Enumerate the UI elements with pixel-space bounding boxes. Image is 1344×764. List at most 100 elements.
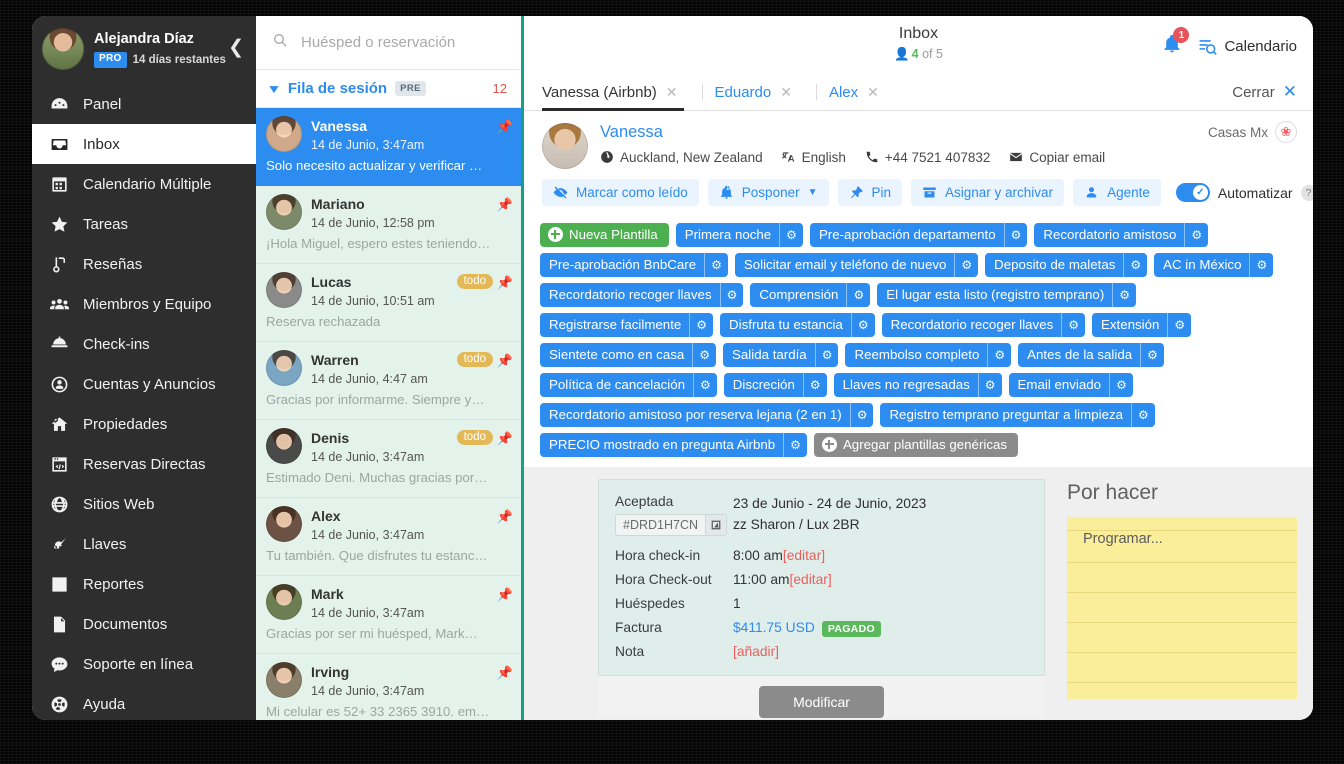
list-item[interactable]: Alex 14 de Junio, 3:47am Tu también. Que d…: [256, 498, 521, 576]
todo-sticky-note[interactable]: Programar...: [1067, 517, 1297, 699]
calendar-button[interactable]: Calendario: [1198, 37, 1297, 56]
list-item[interactable]: Warren 14 de Junio, 4:47 am Gracias por in…: [256, 342, 521, 420]
template-chip[interactable]: El lugar esta listo (registro temprano) ⚙: [877, 283, 1137, 307]
gear-icon[interactable]: ⚙: [1003, 223, 1028, 247]
gear-icon[interactable]: ⚙: [1123, 253, 1147, 277]
posponer-button[interactable]: Posponer ▼: [707, 179, 829, 206]
sidebar-item-reportes[interactable]: Reportes: [32, 564, 256, 604]
sidebar-item-ayuda[interactable]: Ayuda: [32, 684, 256, 720]
gear-icon[interactable]: ⚙: [850, 313, 875, 337]
sidebar-item-sitios-web[interactable]: Sitios Web: [32, 484, 256, 524]
template-chip[interactable]: Pre-aprobación departamento ⚙: [809, 223, 1028, 247]
template-chip[interactable]: Agregar plantillas genéricas: [813, 433, 1019, 457]
gear-icon[interactable]: ⚙: [1061, 313, 1085, 337]
conversation-list[interactable]: Vanessa 14 de Junio, 3:47am Solo necesito …: [256, 108, 521, 720]
todo-note-placeholder[interactable]: Programar...: [1083, 531, 1281, 547]
sidebar-item-rese-as[interactable]: Reseñas: [32, 244, 256, 284]
template-chip[interactable]: Comprensión ⚙: [750, 283, 871, 307]
list-item[interactable]: Vanessa 14 de Junio, 3:47am Solo necesito …: [256, 108, 521, 186]
gear-icon[interactable]: ⚙: [1249, 253, 1273, 277]
agente-button[interactable]: Agente: [1073, 179, 1161, 206]
gear-icon[interactable]: ⚙: [719, 283, 744, 307]
sidebar-item-check-ins[interactable]: Check-ins: [32, 324, 256, 364]
pin-button[interactable]: Pin: [837, 179, 903, 206]
sidebar-item-reservas-directas[interactable]: Reservas Directas: [32, 444, 256, 484]
search-input[interactable]: [299, 33, 505, 52]
gear-icon[interactable]: ⚙: [1140, 343, 1164, 367]
gear-icon[interactable]: ⚙: [1112, 283, 1136, 307]
sidebar-item-cuentas-y-anuncios[interactable]: Cuentas y Anuncios: [32, 364, 256, 404]
template-chip[interactable]: Primera noche ⚙: [675, 223, 803, 247]
sidebar-item-tareas[interactable]: Tareas: [32, 204, 256, 244]
chevron-down-icon[interactable]: ▼: [266, 82, 281, 96]
pin-icon[interactable]: 📌: [497, 509, 513, 525]
template-chip[interactable]: Deposito de maletas ⚙: [985, 253, 1148, 277]
gear-icon[interactable]: ⚙: [689, 313, 713, 337]
gear-icon[interactable]: ⚙: [977, 373, 1002, 397]
gear-icon[interactable]: ⚙: [1184, 223, 1208, 247]
template-chip[interactable]: Recordatorio recoger llaves ⚙: [881, 313, 1086, 337]
close-icon[interactable]: ✕: [666, 84, 678, 101]
gear-icon[interactable]: ⚙: [846, 283, 870, 307]
copy-email-button[interactable]: Copiar email: [1009, 150, 1105, 165]
close-icon[interactable]: ✕: [780, 84, 792, 101]
conversation-tabs[interactable]: Vanessa (Airbnb) ✕ Eduardo ✕ Alex ✕ Cerrar ✕: [524, 74, 1313, 111]
gear-icon[interactable]: ⚙: [1131, 403, 1155, 427]
gear-icon[interactable]: ⚙: [704, 253, 728, 277]
gear-icon[interactable]: ⚙: [987, 343, 1011, 367]
chevron-down-icon[interactable]: ▼: [808, 187, 818, 198]
template-chip[interactable]: Disfruta tu estancia ⚙: [720, 313, 875, 337]
asignar-y-archivar-button[interactable]: Asignar y archivar: [911, 179, 1065, 206]
gear-icon[interactable]: ⚙: [779, 223, 803, 247]
pin-icon[interactable]: 📌: [497, 353, 513, 369]
template-chip[interactable]: Política de cancelación ⚙: [540, 373, 717, 397]
template-chip[interactable]: Reembolso completo ⚙: [845, 343, 1012, 367]
tab-vanessa-airbnb[interactable]: Vanessa (Airbnb) ✕: [542, 74, 690, 111]
template-chip[interactable]: Email enviado ⚙: [1008, 373, 1133, 397]
list-item[interactable]: Irving 14 de Junio, 3:47am Mi celular es 5…: [256, 654, 521, 720]
marcar-como-le-do-button[interactable]: Marcar como leído: [542, 179, 699, 206]
list-item[interactable]: Lucas 14 de Junio, 10:51 am Reserva rechaz…: [256, 264, 521, 342]
template-chip[interactable]: Recordatorio recoger llaves ⚙: [540, 283, 744, 307]
pin-icon[interactable]: 📌: [497, 119, 513, 135]
template-chip[interactable]: Recordatorio amistoso por reserva lejana…: [540, 403, 874, 427]
pin-icon[interactable]: 📌: [497, 275, 513, 291]
template-chip[interactable]: Salida tardía ⚙: [723, 343, 839, 367]
pin-icon[interactable]: 📌: [497, 587, 513, 603]
template-chip[interactable]: Recordatorio amistoso ⚙: [1034, 223, 1209, 247]
queue-header[interactable]: ▼ Fila de sesión PRE 12: [256, 70, 521, 108]
template-chip[interactable]: Registro temprano preguntar a limpieza ⚙: [880, 403, 1155, 427]
pin-icon[interactable]: 📌: [497, 665, 513, 681]
template-chip[interactable]: PRECIO mostrado en pregunta Airbnb ⚙: [540, 433, 807, 457]
template-chip[interactable]: Llaves no regresadas ⚙: [833, 373, 1002, 397]
template-chip-list[interactable]: Nueva Plantilla Primera noche ⚙ Pre-aprobac…: [524, 217, 1313, 467]
automate-toggle-group[interactable]: Automatizar?: [1175, 183, 1313, 202]
template-chip[interactable]: Nueva Plantilla: [540, 223, 669, 247]
edit-link[interactable]: [añadir]: [733, 644, 779, 659]
sidebar-item-propiedades[interactable]: Propiedades: [32, 404, 256, 444]
close-conversation-button[interactable]: Cerrar ✕: [1232, 74, 1297, 110]
reservation-code-chip[interactable]: #DRD1H7CN: [615, 514, 728, 536]
gear-icon[interactable]: ⚙: [814, 343, 839, 367]
close-icon[interactable]: ✕: [867, 84, 879, 101]
guest-name[interactable]: Vanessa: [600, 123, 1118, 143]
pin-icon[interactable]: 📌: [497, 431, 513, 447]
sidebar-item-documentos[interactable]: Documentos: [32, 604, 256, 644]
action-toolbar[interactable]: Marcar como leído Posponer ▼ Pin Asignar y a…: [524, 169, 1313, 217]
sidebar-item-inbox[interactable]: Inbox: [32, 124, 256, 164]
edit-link[interactable]: [editar]: [790, 572, 832, 587]
edit-link[interactable]: [editar]: [783, 548, 825, 563]
gear-icon[interactable]: ⚙: [693, 373, 717, 397]
gear-icon[interactable]: ⚙: [849, 403, 874, 427]
automate-toggle[interactable]: [1175, 183, 1210, 202]
gear-icon[interactable]: ⚙: [1167, 313, 1191, 337]
template-chip[interactable]: Pre-aprobación BnbCare ⚙: [540, 253, 728, 277]
template-chip[interactable]: AC in México ⚙: [1154, 253, 1274, 277]
sidebar-item-llaves[interactable]: Llaves: [32, 524, 256, 564]
close-icon[interactable]: ✕: [1283, 82, 1297, 102]
sidebar-profile[interactable]: Alejandra Díaz PRO 14 días restantes ❮: [32, 16, 256, 84]
gear-icon[interactable]: ⚙: [1109, 373, 1133, 397]
template-chip[interactable]: Registrarse facilmente ⚙: [540, 313, 714, 337]
template-chip[interactable]: Discreción ⚙: [723, 373, 827, 397]
list-item[interactable]: Mariano 14 de Junio, 12:58 pm ¡Hola Miguel…: [256, 186, 521, 264]
